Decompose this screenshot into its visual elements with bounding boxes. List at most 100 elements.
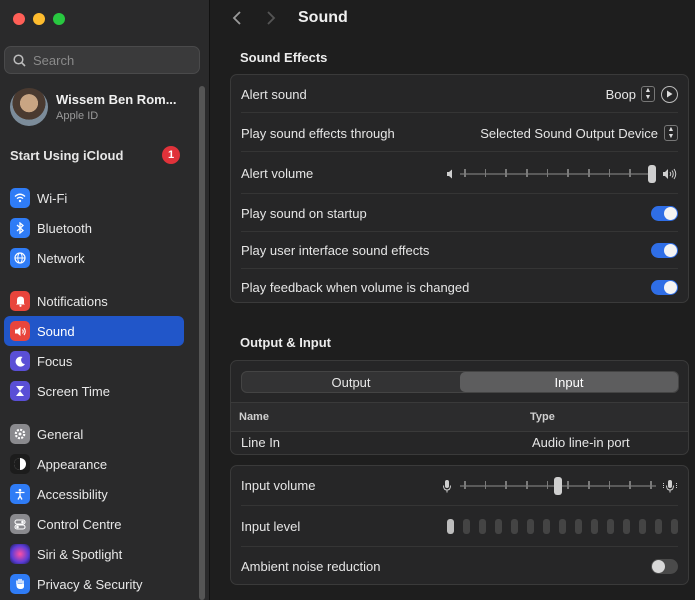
- sidebar-item-screen-time[interactable]: Screen Time: [4, 376, 184, 406]
- profile-subtitle: Apple ID: [56, 110, 99, 122]
- ui-sound-effects-row: Play user interface sound effects: [241, 232, 678, 269]
- speaker-high-icon: [663, 168, 677, 179]
- globe-icon: [10, 248, 30, 268]
- wifi-icon: [10, 188, 30, 208]
- play-icon[interactable]: [661, 85, 678, 103]
- gear-icon: [10, 424, 30, 444]
- slider-tick: [629, 168, 631, 177]
- search-input[interactable]: [33, 52, 183, 68]
- slider-tick: [484, 480, 487, 489]
- alert-sound-select[interactable]: Boop ▲ ▼: [606, 86, 655, 102]
- icloud-label: Start Using iCloud: [10, 147, 124, 163]
- column-header-name[interactable]: Name: [239, 411, 269, 423]
- slider-tick: [650, 480, 652, 489]
- slider-tick: [464, 168, 466, 177]
- ui-sound-effects-toggle[interactable]: [651, 242, 678, 258]
- slider-tick: [546, 480, 549, 489]
- slider-tick: [464, 480, 466, 489]
- back-chevron-icon[interactable]: [232, 10, 242, 31]
- sidebar-item-label: Sound: [37, 323, 75, 339]
- output-input-segmented-control[interactable]: Output Input: [241, 371, 679, 393]
- forward-chevron-icon[interactable]: [266, 10, 276, 31]
- siri-icon: [10, 544, 30, 564]
- bell-icon: [10, 291, 30, 311]
- sidebar-item-bluetooth[interactable]: Bluetooth: [4, 213, 184, 243]
- level-bar: [639, 519, 646, 534]
- device-type-cell[interactable]: Audio line-in port: [532, 435, 630, 450]
- slider-knob[interactable]: [554, 476, 562, 495]
- start-icloud-item[interactable]: Start Using iCloud 1: [10, 146, 180, 164]
- column-header-type[interactable]: Type: [530, 411, 555, 423]
- slider-tick: [526, 168, 528, 177]
- ambient-noise-label: Ambient noise reduction: [241, 559, 381, 574]
- avatar: [10, 88, 48, 126]
- page-title: Sound: [298, 9, 348, 26]
- level-bar: [591, 519, 598, 534]
- alert-volume-slider[interactable]: [460, 164, 656, 184]
- sound-effects-heading: Sound Effects: [240, 50, 328, 65]
- popup-stepper-icon: ▲ ▼: [641, 86, 655, 102]
- level-bar: [463, 519, 470, 534]
- sidebar-item-label: Privacy & Security: [37, 576, 143, 592]
- search-field[interactable]: [4, 46, 200, 74]
- level-bar: [447, 519, 454, 534]
- hand-icon: [10, 574, 30, 594]
- sidebar-item-label: Focus: [37, 353, 73, 369]
- speaker-icon: [10, 321, 30, 341]
- slider-tick: [505, 480, 507, 489]
- sidebar-item-notifications[interactable]: Notifications: [4, 286, 184, 316]
- input-volume-slider[interactable]: [460, 476, 656, 496]
- startup-sound-toggle[interactable]: [651, 205, 678, 221]
- sidebar-item-label: Wi-Fi: [37, 190, 68, 206]
- sidebar-item-label: Bluetooth: [37, 220, 92, 236]
- sound-effects-panel: Alert sound Boop ▲ ▼ Play sound effects t…: [230, 74, 689, 303]
- sidebar-item-network[interactable]: Network: [4, 243, 184, 273]
- popup-stepper-icon: ▲ ▼: [664, 125, 678, 141]
- slider-tick: [546, 168, 549, 177]
- main-content: Sound Sound Effects Alert sound Boop ▲ ▼ …: [210, 0, 695, 600]
- sidebar-item-general[interactable]: General: [4, 419, 184, 449]
- zoom-window-button[interactable]: [53, 13, 65, 25]
- tab-input[interactable]: Input: [460, 372, 678, 392]
- profile-name: Wissem Ben Rom...: [56, 92, 177, 107]
- alert-volume-row: Alert volume: [241, 154, 678, 194]
- level-bar: [479, 519, 486, 534]
- tab-output[interactable]: Output: [242, 372, 460, 392]
- slider-tick: [608, 480, 611, 489]
- search-icon: [13, 53, 26, 67]
- volume-feedback-row: Play feedback when volume is changed: [241, 269, 678, 306]
- input-level-row: Input level: [241, 507, 678, 547]
- sidebar-item-accessibility[interactable]: Accessibility: [4, 479, 184, 509]
- sidebar-item-privacy-security[interactable]: Privacy & Security: [4, 569, 184, 599]
- device-list-panel: Output Input Name Type Line In Audio lin…: [230, 360, 689, 455]
- close-window-button[interactable]: [13, 13, 25, 25]
- apple-id-profile[interactable]: Wissem Ben Rom... Apple ID: [10, 88, 177, 126]
- appearance-icon: [10, 454, 30, 474]
- sidebar-item-sound[interactable]: Sound: [4, 316, 184, 346]
- sidebar-item-control-centre[interactable]: Control Centre: [4, 509, 184, 539]
- slider-tick: [484, 168, 487, 177]
- level-bar: [655, 519, 662, 534]
- alert-sound-value: Boop: [605, 86, 636, 102]
- volume-feedback-toggle[interactable]: [651, 280, 678, 295]
- slider-knob[interactable]: [648, 164, 656, 183]
- sidebar: Wissem Ben Rom... Apple ID Start Using i…: [0, 0, 210, 600]
- sidebar-item-siri-spotlight[interactable]: Siri & Spotlight: [4, 539, 184, 569]
- ambient-noise-toggle[interactable]: [651, 559, 678, 574]
- sidebar-scrollbar[interactable]: [199, 86, 205, 600]
- microphone-high-icon: [663, 479, 677, 492]
- level-bar: [623, 519, 630, 534]
- input-level-meter: [447, 519, 678, 534]
- slider-tick: [567, 168, 569, 177]
- slider-tick: [526, 480, 528, 489]
- level-bar: [543, 519, 550, 534]
- minimize-window-button[interactable]: [33, 13, 45, 25]
- sidebar-item-wifi[interactable]: Wi-Fi: [4, 183, 184, 213]
- output-device-select[interactable]: Selected Sound Output Device ▲ ▼: [480, 125, 678, 141]
- sidebar-item-appearance[interactable]: Appearance: [4, 449, 184, 479]
- sidebar-item-label: Screen Time: [37, 383, 110, 399]
- device-name-cell[interactable]: Line In: [241, 435, 280, 450]
- sidebar-item-label: General: [37, 426, 84, 442]
- slider-tick: [567, 480, 569, 489]
- sidebar-item-focus[interactable]: Focus: [4, 346, 184, 376]
